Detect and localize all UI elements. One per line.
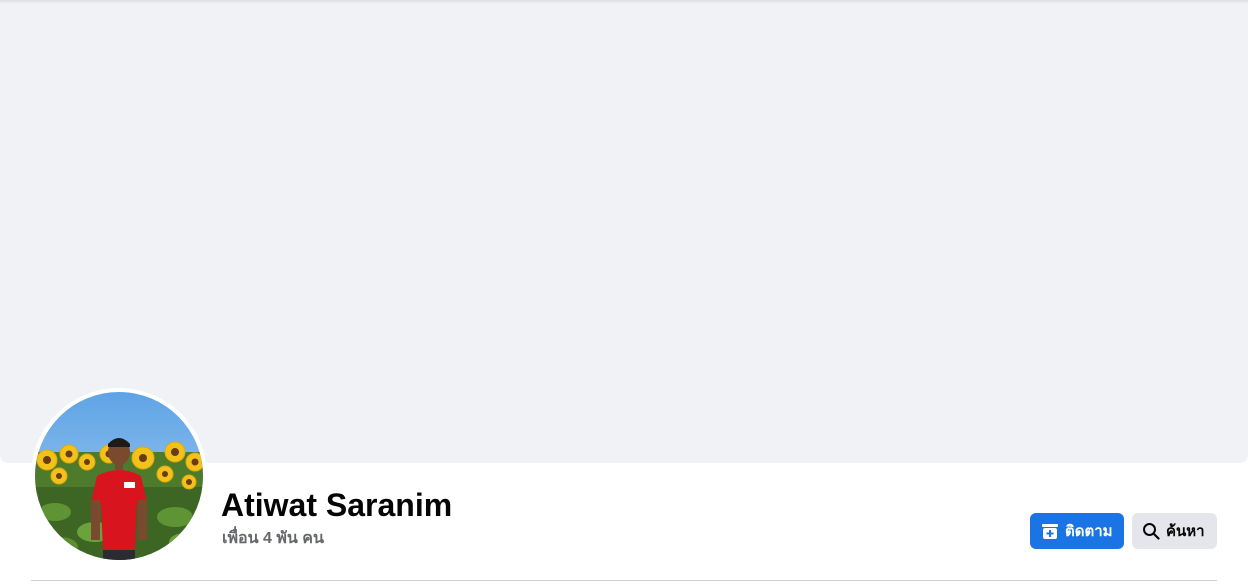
header-shadow — [0, 0, 1248, 4]
follow-plus-icon — [1041, 522, 1059, 540]
profile-page: Atiwat Saranim เพื่อน 4 พัน คน ติดตาม ค้… — [0, 0, 1248, 584]
follow-button[interactable]: ติดตาม — [1030, 513, 1124, 549]
avatar-photo — [35, 392, 203, 560]
search-button-label: ค้นหา — [1166, 523, 1205, 540]
profile-avatar[interactable] — [35, 392, 203, 560]
search-button[interactable]: ค้นหา — [1132, 513, 1217, 549]
profile-name: Atiwat Saranim — [221, 487, 453, 523]
friends-count-link[interactable]: เพื่อน 4 พัน คน — [222, 529, 324, 549]
follow-button-label: ติดตาม — [1065, 523, 1113, 540]
section-divider — [31, 580, 1217, 581]
magnifier-icon — [1142, 522, 1160, 540]
cover-photo-area[interactable] — [0, 0, 1248, 463]
